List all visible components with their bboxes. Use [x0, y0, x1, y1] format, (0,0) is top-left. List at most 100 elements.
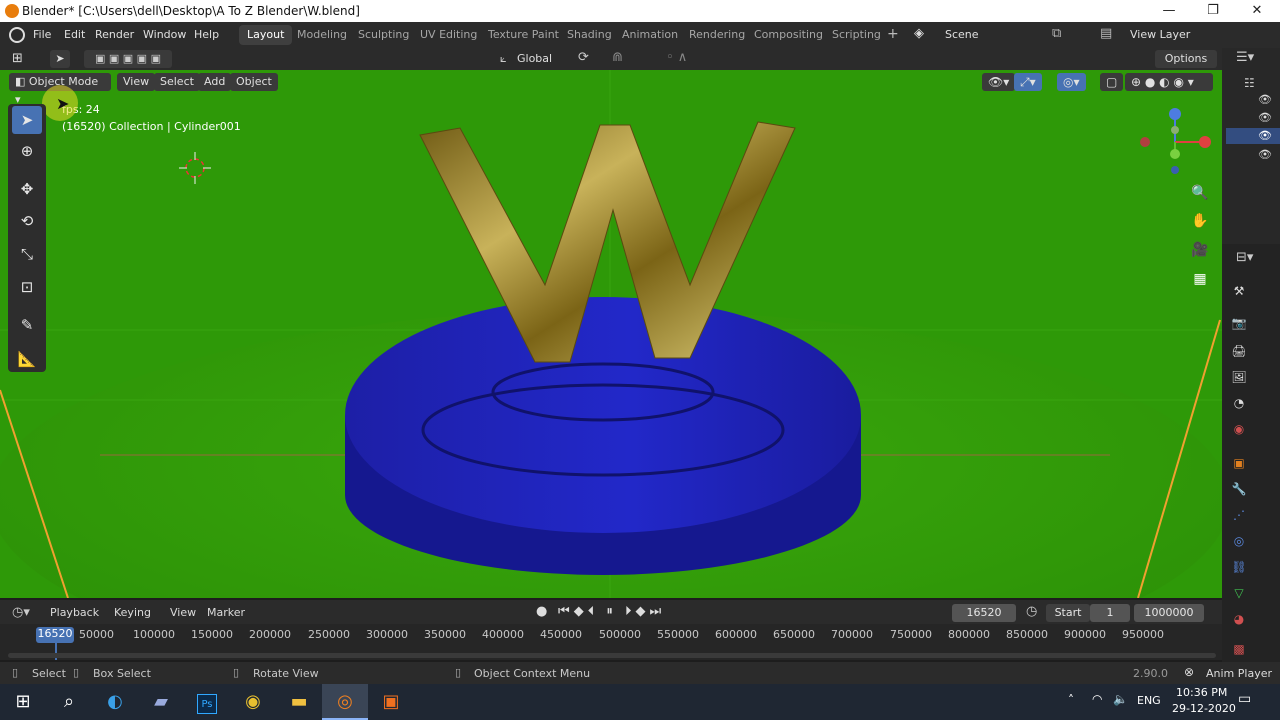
outliner-editor-icon[interactable]: ☰▾ — [1236, 50, 1254, 65]
cursor-tool-icon[interactable]: ⊕ — [12, 137, 42, 165]
data-properties-icon[interactable]: ▽ — [1230, 584, 1248, 602]
blender-taskbar-icon[interactable]: ◎ — [322, 684, 368, 720]
gizmo-toggle-icon[interactable]: ⤢▾ — [1014, 73, 1042, 91]
zoom-icon[interactable]: 🔍 — [1189, 182, 1211, 204]
visibility-eye-icon[interactable]: 👁 — [1258, 129, 1272, 142]
tab-shading[interactable]: Shading — [559, 25, 620, 45]
proportional-edit-icon[interactable]: ◦ ∧ — [666, 50, 687, 65]
3d-viewport[interactable] — [0, 70, 1222, 598]
outliner-filter-icon[interactable]: ☷ — [1244, 76, 1255, 90]
world-properties-icon[interactable]: ◉ — [1230, 420, 1248, 438]
tab-modeling[interactable]: Modeling — [289, 25, 355, 45]
anim-player-close-icon[interactable]: ⊗ — [1184, 665, 1194, 679]
measure-tool-icon[interactable]: 📐 — [12, 345, 42, 373]
record-icon[interactable]: ● — [536, 604, 547, 619]
close-button[interactable]: ✕ — [1234, 0, 1280, 22]
visibility-eye-icon[interactable]: 👁 — [1258, 93, 1272, 106]
snap-icon[interactable]: ⋒ — [612, 50, 623, 65]
tab-animation[interactable]: Animation — [614, 25, 686, 45]
rotate-tool-icon[interactable]: ⟲ — [12, 207, 42, 235]
transform-tool-icon[interactable]: ⊡ — [12, 273, 42, 301]
viewport-menu-select[interactable]: Select — [154, 73, 200, 91]
wifi-icon[interactable]: ◠ — [1092, 692, 1102, 706]
new-scene-icon[interactable]: ⧉ — [1052, 26, 1061, 41]
tool-properties-icon[interactable]: ⚒ — [1230, 282, 1248, 300]
menu-help[interactable]: Help — [194, 28, 219, 41]
visibility-eye-icon[interactable]: 👁 — [1258, 148, 1272, 161]
annotate-tool-icon[interactable]: ✎ — [12, 311, 42, 339]
blender-menu-icon[interactable] — [9, 27, 25, 43]
anim-player-taskbar-icon[interactable]: ▣ — [368, 684, 414, 720]
language-indicator[interactable]: ENG — [1137, 694, 1161, 707]
transform-orientation[interactable]: Global — [517, 52, 552, 65]
cylinder-base[interactable] — [345, 297, 861, 575]
windows-start-icon[interactable]: ⊞ — [0, 684, 46, 720]
minimize-button[interactable]: — — [1146, 0, 1192, 22]
timeline-scrollbar[interactable] — [8, 653, 1216, 658]
selection-mode-icons[interactable]: ▣ ▣ ▣ ▣ ▣ — [84, 50, 172, 68]
overlay-toggle-icon[interactable]: ◎▾ — [1057, 73, 1086, 91]
viewport-menu-add[interactable]: Add — [198, 73, 232, 91]
tab-scripting[interactable]: Scripting — [824, 25, 889, 45]
shading-mode-icons[interactable]: ⊕ ● ◐ ◉ ▾ — [1125, 73, 1213, 91]
volume-icon[interactable]: 🔈 — [1113, 692, 1128, 706]
editor-type-icon[interactable]: ⊞ — [12, 51, 23, 66]
current-frame-field[interactable]: 16520 — [952, 604, 1016, 622]
chrome-icon[interactable]: ◉ — [230, 684, 276, 720]
object-properties-icon[interactable]: ▣ — [1230, 454, 1248, 472]
tab-sculpting[interactable]: Sculpting — [350, 25, 417, 45]
playback-controls-icon[interactable]: ⏮◆⏴ ⏸ ⏵◆⏭ — [558, 604, 665, 619]
xray-icon[interactable]: ▢ — [1100, 73, 1124, 91]
maximize-button[interactable]: ❐ — [1190, 0, 1236, 22]
tab-layout[interactable]: Layout — [239, 25, 293, 45]
scene-name[interactable]: Scene — [945, 28, 979, 41]
timeline-menu-marker[interactable]: Marker — [207, 606, 245, 619]
constraints-properties-icon[interactable]: ⛓ — [1230, 558, 1248, 576]
tray-expand-icon[interactable]: ˄ — [1068, 693, 1074, 707]
select-box-tool-icon[interactable]: ➤ — [12, 106, 42, 134]
render-properties-icon[interactable]: 📷 — [1230, 314, 1248, 332]
menu-edit[interactable]: Edit — [64, 28, 85, 41]
options-button[interactable]: Options — [1155, 50, 1217, 68]
start-frame-field[interactable]: 1 — [1090, 604, 1130, 622]
properties-editor-icon[interactable]: ⊟▾ — [1236, 250, 1253, 265]
view-layer-properties-icon[interactable]: 🖼 — [1230, 368, 1248, 386]
menu-window[interactable]: Window — [143, 28, 186, 41]
pan-hand-icon[interactable]: ✋ — [1189, 210, 1211, 232]
clock-time[interactable]: 10:36 PM — [1176, 686, 1227, 699]
timeline-menu-keying[interactable]: Keying — [114, 606, 151, 619]
viewport-menu-object[interactable]: Object — [230, 73, 278, 91]
select-tool-icon[interactable]: ➤ — [50, 50, 70, 68]
end-frame-field[interactable]: 1000000 — [1134, 604, 1204, 622]
move-tool-icon[interactable]: ✥ — [12, 175, 42, 203]
timeline-menu-view[interactable]: View — [170, 606, 196, 619]
tab-uv-editing[interactable]: UV Editing — [412, 25, 485, 45]
add-workspace-icon[interactable]: + — [887, 26, 899, 42]
texture-properties-icon[interactable]: ▩ — [1230, 640, 1248, 658]
viewport-menu-view[interactable]: View — [117, 73, 156, 91]
output-properties-icon[interactable]: 🖨 — [1230, 342, 1248, 360]
timeline-menu-playback[interactable]: Playback — [50, 606, 99, 619]
photoshop-icon[interactable]: Ps — [184, 684, 230, 720]
search-icon[interactable]: ⌕ — [46, 684, 92, 720]
tab-compositing[interactable]: Compositing — [746, 25, 831, 45]
visibility-eye-icon[interactable]: 👁 — [1258, 111, 1272, 124]
tab-rendering[interactable]: Rendering — [681, 25, 753, 45]
file-explorer-icon[interactable]: ▬ — [276, 684, 322, 720]
notification-icon[interactable]: ▭ — [1238, 691, 1251, 707]
menu-file[interactable]: File — [33, 28, 51, 41]
notepad-icon[interactable]: ▰ — [138, 684, 184, 720]
clock-date[interactable]: 29-12-2020 — [1172, 702, 1236, 715]
perspective-grid-icon[interactable]: ▦ — [1189, 268, 1211, 290]
material-properties-icon[interactable]: ◕ — [1230, 610, 1248, 628]
particles-properties-icon[interactable]: ⋰ — [1230, 506, 1248, 524]
visibility-icon[interactable]: 👁▾ — [982, 73, 1016, 91]
edge-icon[interactable]: ◐ — [92, 684, 138, 720]
camera-view-icon[interactable]: 🎥 — [1189, 239, 1211, 261]
pivot-icon[interactable]: ⟳ — [578, 50, 589, 65]
tab-texture-paint[interactable]: Texture Paint — [480, 25, 567, 45]
playhead-frame[interactable]: 16520 — [36, 627, 74, 643]
modifier-properties-icon[interactable]: 🔧 — [1230, 480, 1248, 498]
view-layer-name[interactable]: View Layer — [1130, 28, 1190, 41]
scale-tool-icon[interactable]: ⤡ — [12, 240, 42, 268]
